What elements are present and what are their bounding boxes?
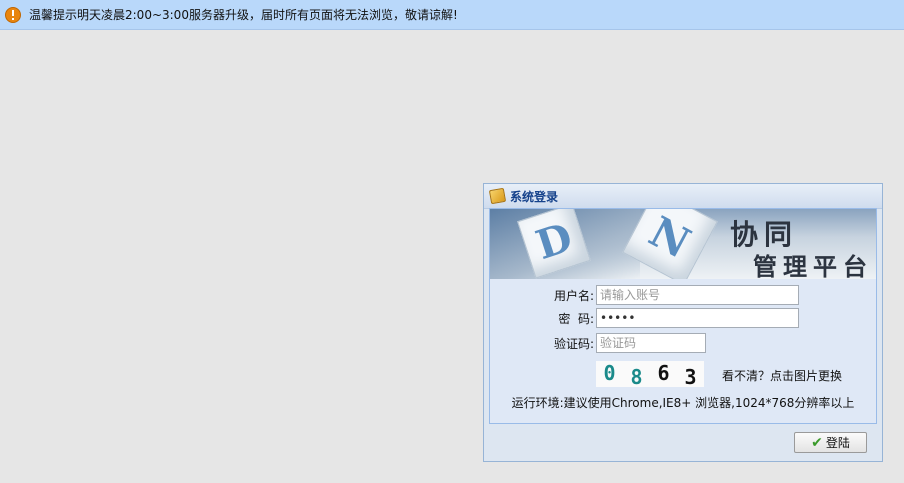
captcha-digit: 8 bbox=[630, 365, 643, 389]
password-row: 密 码: bbox=[490, 308, 799, 328]
notice-text: 温馨提示明天凌晨2:00~3:00服务器升级，届时所有页面将无法浏览，敬请谅解! bbox=[29, 8, 458, 22]
warning-icon bbox=[5, 6, 21, 23]
notice-bar: 温馨提示明天凌晨2:00~3:00服务器升级，届时所有页面将无法浏览，敬请谅解! bbox=[0, 0, 904, 30]
captcha-digit: 6 bbox=[657, 361, 670, 385]
login-button-label: 登陆 bbox=[825, 436, 850, 450]
login-button[interactable]: ✔ 登陆 bbox=[794, 432, 867, 453]
password-input[interactable] bbox=[596, 308, 799, 328]
captcha-image[interactable]: 0863 bbox=[596, 361, 704, 389]
panel-title: 系统登录 bbox=[510, 189, 559, 204]
username-row: 用户名: bbox=[490, 285, 799, 305]
captcha-refresh-link[interactable]: 看不清？点击图片更换 bbox=[722, 367, 842, 384]
captcha-digit: 3 bbox=[684, 365, 697, 389]
banner-image: D N 协同 管理平台 bbox=[490, 209, 876, 279]
username-label: 用户名: bbox=[553, 288, 594, 303]
panel-body: D N 协同 管理平台 用户名: 密 码: 验证码: 0863 看不清？点击图片… bbox=[489, 208, 877, 424]
panel-header: 系统登录 bbox=[484, 184, 882, 209]
captcha-digit: 0 bbox=[603, 361, 616, 385]
password-label: 密 码: bbox=[558, 311, 594, 326]
checkmark-icon: ✔ bbox=[811, 434, 823, 451]
captcha-input[interactable] bbox=[596, 333, 706, 353]
cube-icon bbox=[488, 187, 507, 205]
banner-title-line2: 管理平台 bbox=[753, 252, 873, 279]
username-input[interactable] bbox=[596, 285, 799, 305]
login-panel: 系统登录 D N 协同 管理平台 用户名: 密 码: 验证码: 0863 看不清… bbox=[483, 183, 883, 462]
captcha-row: 验证码: bbox=[490, 333, 706, 353]
environment-note: 运行环境:建议使用Chrome,IE8+ 浏览器,1024*768分辨率以上 bbox=[511, 396, 855, 410]
captcha-label: 验证码: bbox=[553, 336, 594, 351]
